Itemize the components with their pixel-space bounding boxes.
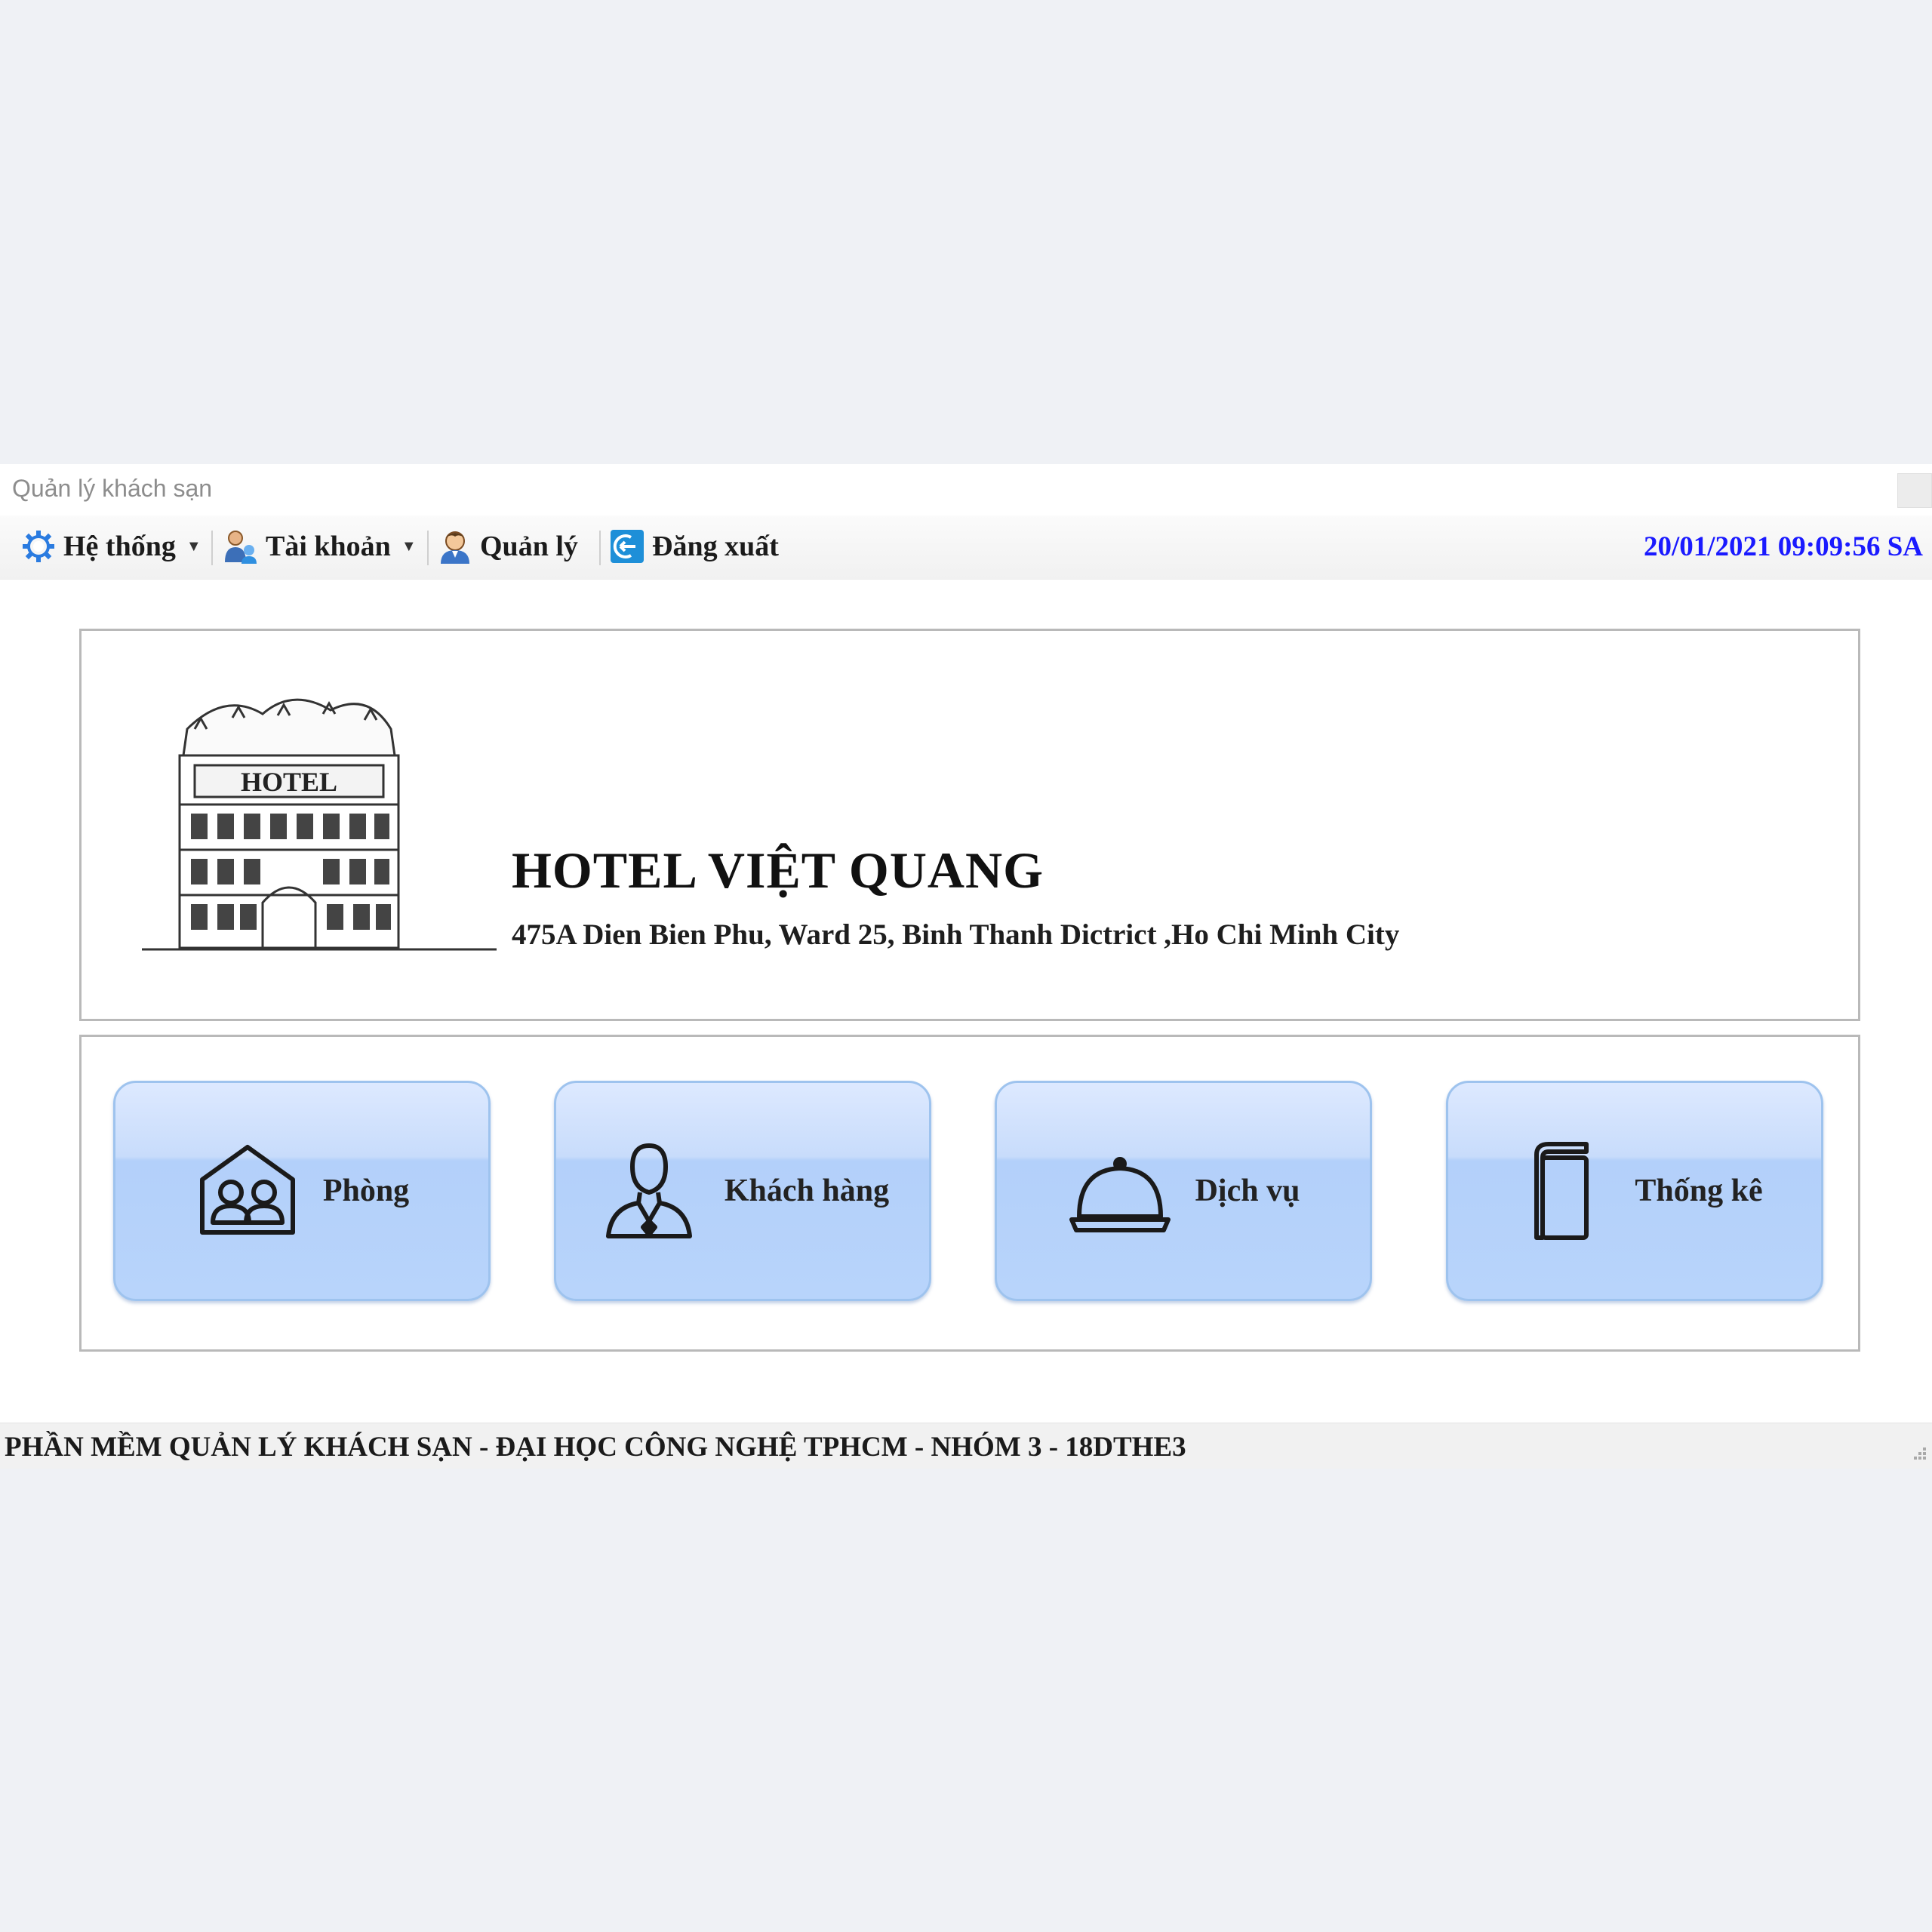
menu-bar: Hệ thống ▼ Tài khoản ▼ Quản lý Đăng xuất… [0, 515, 1932, 580]
menu-label-he-thong: Hệ thống [63, 531, 176, 562]
manager-icon [441, 531, 469, 564]
service-bell-icon [1069, 1157, 1171, 1232]
menu-item-he-thong[interactable]: Hệ thống ▼ [20, 521, 202, 571]
rooms-tile-button[interactable]: Phòng [113, 1081, 491, 1301]
status-text: PHẦN MỀM QUẢN LÝ KHÁCH SẠN - ĐẠI HỌC CÔN… [5, 1432, 1186, 1463]
menu-item-quan-ly[interactable]: Quản lý [436, 521, 578, 571]
datetime-display: 20/01/2021 09:09:56 SA [1644, 531, 1923, 562]
menu-divider [427, 531, 429, 565]
customer-icon [605, 1143, 692, 1238]
close-button[interactable] [1897, 473, 1932, 508]
user-account-icon [225, 531, 257, 564]
logout-icon [611, 530, 644, 563]
gear-icon [23, 531, 54, 562]
resize-grip-icon[interactable] [1908, 1444, 1927, 1464]
statistics-tile-button[interactable]: Thống kê [1446, 1081, 1823, 1301]
status-bar: PHẦN MỀM QUẢN LÝ KHÁCH SẠN - ĐẠI HỌC CÔN… [0, 1423, 1932, 1469]
svg-text:HOTEL: HOTEL [241, 767, 337, 797]
statistics-tile-label: Thống kê [1635, 1174, 1763, 1208]
window-title: Quản lý khách sạn [12, 475, 213, 502]
hotel-building-image: HOTEL [142, 698, 497, 951]
menu-divider [211, 531, 213, 565]
menu-label-tai-khoan: Tài khoản [266, 531, 391, 562]
menu-item-tai-khoan[interactable]: Tài khoản ▼ [222, 521, 417, 571]
customers-tile-button[interactable]: Khách hàng [554, 1081, 931, 1301]
menu-divider [599, 531, 601, 565]
services-tile-button[interactable]: Dịch vụ [995, 1081, 1372, 1301]
hotel-address: 475A Dien Bien Phu, Ward 25, Binh Thanh … [512, 918, 1400, 951]
hotel-info-panel: HOTEL HOTEL VIỆT QUANG 475A Dien Bien Ph… [79, 629, 1860, 1021]
function-menu-panel: Phòng Khách hàng Dịch vụ Thống kê [79, 1035, 1860, 1352]
app-window: Quản lý khách sạn Hệ thống ▼ Tài khoản ▼… [0, 464, 1932, 1469]
chevron-down-icon: ▼ [186, 537, 202, 555]
customers-tile-label: Khách hàng [724, 1174, 890, 1208]
services-tile-label: Dịch vụ [1195, 1174, 1300, 1208]
hotel-name: HOTEL VIỆT QUANG [512, 841, 1044, 899]
statistics-book-icon [1534, 1142, 1589, 1240]
menu-label-quan-ly: Quản lý [480, 531, 578, 562]
title-bar: Quản lý khách sạn [0, 464, 1932, 515]
chevron-down-icon: ▼ [401, 537, 417, 555]
menu-item-dang-xuat[interactable]: Đăng xuất [608, 521, 779, 571]
room-icon [199, 1145, 295, 1235]
rooms-tile-label: Phòng [322, 1174, 410, 1208]
menu-label-dang-xuat: Đăng xuất [652, 531, 779, 562]
